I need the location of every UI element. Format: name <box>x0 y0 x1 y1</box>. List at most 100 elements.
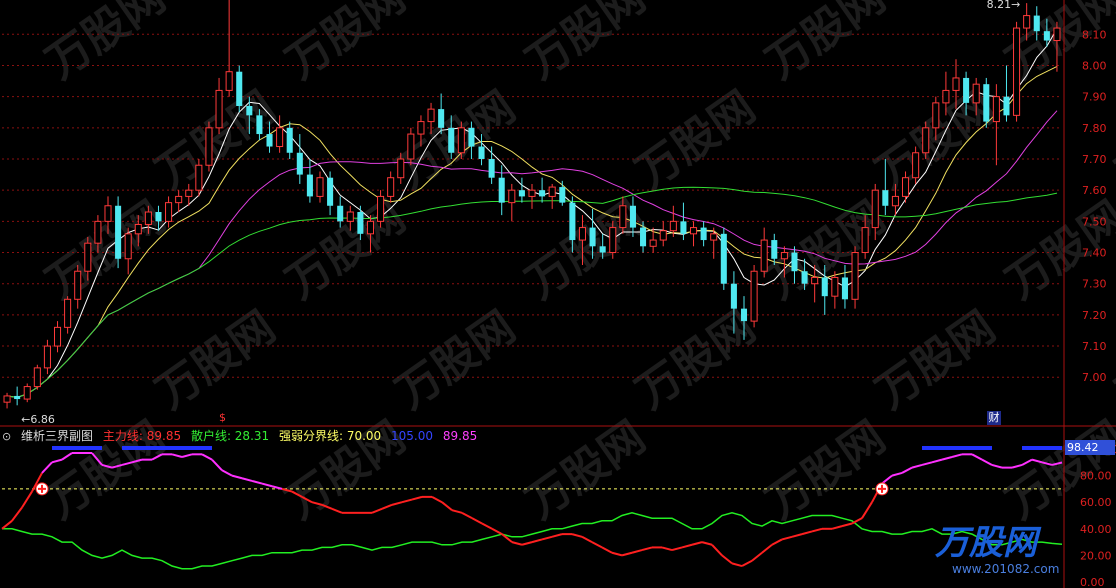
high-price-label: 8.21→ <box>987 0 1021 11</box>
low-price-label: ←6.86 <box>21 413 55 426</box>
watermark-text: 万股网 <box>517 0 654 89</box>
candle-body-down <box>730 283 737 309</box>
candle-body-down <box>488 159 495 178</box>
current-value-box: 98.42 <box>1065 440 1115 455</box>
candle-body-down <box>1033 15 1040 32</box>
main-force-segment <box>481 522 493 530</box>
watermark-text: 万股网 <box>757 412 894 529</box>
main-force-segment <box>521 541 533 546</box>
retail-value: 散户线: 28.31 <box>190 429 270 443</box>
main-force-segment <box>431 495 443 504</box>
main-force-segment <box>831 525 843 530</box>
watermark-text: 万股网 <box>1107 302 1116 419</box>
main-force-segment <box>371 507 383 514</box>
candle-body-down <box>629 205 636 228</box>
candle-body-up <box>1013 27 1021 116</box>
candle-body-up <box>387 177 395 197</box>
candle-body-down <box>246 106 253 116</box>
candle-body-up <box>94 220 102 244</box>
main-force-segment <box>531 538 543 544</box>
candle-body-up <box>992 96 1000 123</box>
val1: 105.00 <box>391 429 434 443</box>
main-force-segment <box>491 527 503 536</box>
candle-body-down <box>841 277 848 300</box>
dollar-marker: $ <box>219 411 226 424</box>
cai-badge[interactable]: 财 <box>987 411 1001 425</box>
main-force-segment <box>1 520 13 530</box>
candle-body-down <box>448 127 455 153</box>
candle-body-down <box>983 84 990 122</box>
candle-body-down <box>569 202 576 241</box>
candle-body-up <box>972 83 980 104</box>
main-force-segment <box>751 551 763 562</box>
price-tick-label: 8.10 <box>1082 28 1107 41</box>
collapse-icon[interactable]: ⊙ <box>2 430 11 443</box>
main-force-segment <box>791 533 803 538</box>
main-force-segment <box>861 501 873 519</box>
candle-body-down <box>559 187 566 203</box>
main-force-segment <box>211 458 223 471</box>
main-force-segment <box>51 458 63 464</box>
candle-body-down <box>720 233 727 284</box>
candle-body-up <box>205 127 213 166</box>
candle-body-up <box>952 77 960 91</box>
candle-body-down <box>740 308 748 322</box>
candle-body-up <box>659 230 667 241</box>
main-force-segment <box>261 482 273 488</box>
candle-body-up <box>1023 15 1031 29</box>
main-force-segment <box>231 474 243 480</box>
candle-body-down <box>821 277 828 297</box>
candle-body-up <box>922 127 930 154</box>
candle-body-up <box>104 205 112 222</box>
candle-body-up <box>3 395 11 403</box>
candle-body-up <box>124 233 132 260</box>
candle-body-up <box>901 177 910 197</box>
candle-body-down <box>306 174 313 197</box>
candle-body-up <box>397 158 405 179</box>
main-force-segment <box>551 533 563 538</box>
threshold-value: 强弱分界线: 70.00 <box>278 429 382 443</box>
candle-body-up <box>457 127 465 154</box>
main-force-segment <box>741 559 753 567</box>
candle-body-up <box>780 252 788 260</box>
candle-body-up <box>427 108 435 123</box>
moving-averages <box>6 28 1058 399</box>
price-tick-label: 7.70 <box>1082 153 1107 166</box>
indicator-name[interactable]: 维析三界副图 <box>21 429 93 443</box>
main-force-segment <box>641 546 653 552</box>
candle-body-up <box>528 189 536 197</box>
main-force-segment <box>621 551 633 557</box>
candle-body-down <box>236 71 243 106</box>
price-tick-label: 7.20 <box>1082 309 1107 322</box>
main-force-segment <box>471 517 483 525</box>
main-force-segment <box>511 541 523 546</box>
main-force-segment <box>731 562 743 568</box>
watermark-text: 万股网 <box>757 0 894 89</box>
candle-body-down <box>155 212 162 222</box>
watermark-text: 万股网 <box>627 82 764 199</box>
indicator-header: ⊙ 维析三界副图 主力线: 89.85 散户线: 28.31 强弱分界线: 70… <box>2 427 483 445</box>
candle-body-up <box>710 233 718 241</box>
candle-body-up <box>64 298 72 328</box>
candle-body-down <box>327 177 334 206</box>
candle-body-up <box>649 239 657 247</box>
candle-body-up <box>831 276 839 297</box>
watermark-text: 万股网 <box>37 0 174 89</box>
candle-body-up <box>175 195 183 204</box>
candle-body-up <box>811 276 819 285</box>
main-force-segment <box>891 471 903 477</box>
candle-body-up <box>548 186 556 197</box>
main-force-segment <box>181 453 193 458</box>
candle-body-up <box>43 345 51 369</box>
watermark-text: 万股网 <box>277 192 414 309</box>
main-force-segment <box>251 479 263 485</box>
main-force-segment <box>571 533 583 538</box>
candle-body-up <box>508 189 516 204</box>
candle-body-down <box>589 227 596 247</box>
candle-body-down <box>1003 96 1010 116</box>
candle-body-down <box>882 190 889 206</box>
main-force-segment <box>851 517 863 525</box>
price-tick-label: 7.00 <box>1082 371 1107 384</box>
candle-body-up <box>619 205 627 229</box>
main-force-segment <box>991 463 1003 469</box>
